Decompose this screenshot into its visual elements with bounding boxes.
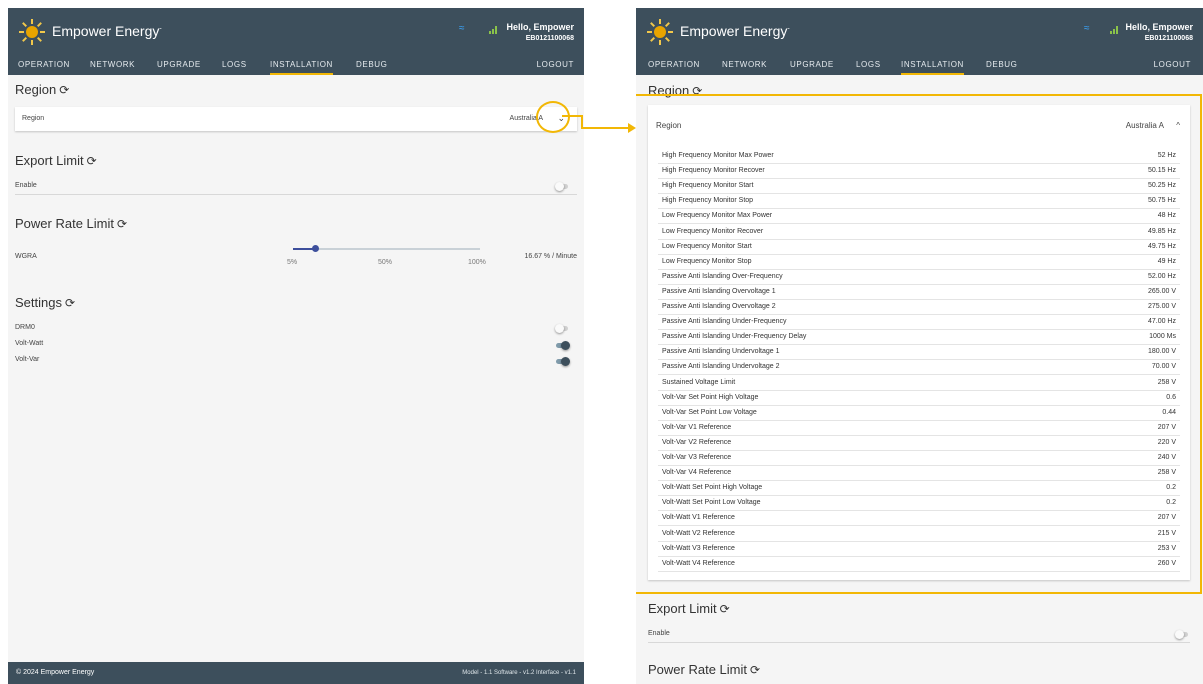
wifi-icon: ≈	[459, 23, 465, 34]
nav-bar: OPERATION NETWORK UPGRADE LOGS INSTALLAT…	[636, 60, 1203, 75]
signal-icon	[489, 26, 499, 34]
wgra-value: 16.67 % / Minute	[524, 253, 577, 260]
right-screenshot: Empower Energy- ≈ Hello, Empower EB01211…	[636, 8, 1203, 684]
tab-operation[interactable]: OPERATION	[648, 60, 700, 69]
logout-link[interactable]: LOGOUT	[1154, 60, 1191, 69]
brand-name: Empower Energy-	[52, 23, 162, 39]
greeting: Hello, Empower	[506, 22, 574, 32]
user-info: Hello, Empower EB0121100068	[1125, 21, 1193, 45]
tab-upgrade[interactable]: UPGRADE	[790, 60, 834, 69]
serial-number: EB0121100068	[525, 35, 574, 42]
setting-label: Volt-Var	[15, 356, 40, 363]
export-limit-title: Export Limit ⟳	[15, 153, 97, 168]
tab-logs[interactable]: LOGS	[856, 60, 881, 69]
brand-name: Empower Energy-	[680, 23, 790, 39]
tick-5: 5%	[287, 259, 298, 266]
greeting: Hello, Empower	[1125, 22, 1193, 32]
export-enable-label: Enable	[648, 630, 670, 637]
app-footer: © 2024 Empower Energy Model - 1.1 Softwa…	[8, 662, 584, 684]
refresh-icon[interactable]: ⟳	[65, 296, 75, 310]
tab-debug[interactable]: DEBUG	[986, 60, 1017, 69]
region-label: Region	[22, 115, 45, 122]
logout-link[interactable]: LOGOUT	[537, 60, 574, 69]
tab-debug[interactable]: DEBUG	[356, 60, 387, 69]
tab-network[interactable]: NETWORK	[90, 60, 135, 69]
copyright: © 2024 Empower Energy	[16, 669, 95, 676]
wifi-icon: ≈	[1084, 23, 1090, 34]
app-header: Empower Energy- ≈ Hello, Empower EB01211…	[636, 8, 1203, 75]
tab-network[interactable]: NETWORK	[722, 60, 767, 69]
region-select[interactable]: Region Australia A ⌄	[15, 107, 577, 131]
tick-100: 100%	[468, 259, 486, 266]
tab-installation[interactable]: INSTALLATION	[901, 60, 964, 75]
refresh-icon[interactable]: ⟳	[59, 83, 69, 97]
power-rate-title: Power Rate Limit ⟳	[15, 216, 128, 231]
wgra-slider-thumb[interactable]	[312, 245, 320, 252]
export-enable-label: Enable	[15, 182, 37, 189]
volt-watt-toggle[interactable]	[556, 341, 570, 350]
refresh-icon[interactable]: ⟳	[87, 154, 97, 168]
tab-operation[interactable]: OPERATION	[18, 60, 70, 69]
nav-bar: OPERATION NETWORK UPGRADE LOGS INSTALLAT…	[8, 60, 584, 75]
tab-logs[interactable]: LOGS	[222, 60, 247, 69]
divider	[15, 194, 577, 195]
tab-installation[interactable]: INSTALLATION	[270, 60, 333, 75]
setting-label: Volt-Watt	[15, 340, 44, 347]
wgra-label: WGRA	[15, 253, 37, 260]
volt-var-toggle[interactable]	[556, 357, 570, 366]
serial-number: EB0121100068	[1144, 35, 1193, 42]
highlight-box	[636, 94, 1202, 594]
sun-logo-icon	[19, 19, 45, 45]
version-info: Model - 1.1 Software - v1.2 Interface - …	[462, 670, 576, 676]
setting-label: DRM0	[15, 324, 35, 331]
tab-upgrade[interactable]: UPGRADE	[157, 60, 201, 69]
left-screenshot: Empower Energy- ≈ Hello, Empower EB01211…	[8, 8, 584, 684]
sun-logo-icon	[647, 19, 673, 45]
divider	[648, 642, 1190, 643]
refresh-icon[interactable]: ⟳	[750, 663, 760, 677]
export-enable-toggle[interactable]	[1175, 630, 1188, 639]
export-enable-toggle[interactable]	[555, 182, 568, 191]
signal-icon	[1110, 26, 1120, 34]
callout-arrow	[562, 115, 636, 133]
region-title: Region ⟳	[15, 82, 70, 97]
refresh-icon[interactable]: ⟳	[117, 217, 127, 231]
power-rate-title: Power Rate Limit ⟳	[648, 662, 761, 677]
settings-title: Settings ⟳	[15, 295, 76, 310]
app-header: Empower Energy- ≈ Hello, Empower EB01211…	[8, 8, 584, 75]
user-info: Hello, Empower EB0121100068	[506, 21, 574, 45]
drm0-toggle[interactable]	[555, 324, 568, 333]
tick-50: 50%	[378, 259, 393, 266]
refresh-icon[interactable]: ⟳	[720, 602, 730, 616]
export-limit-title: Export Limit ⟳	[648, 601, 730, 616]
wgra-slider-track[interactable]	[293, 245, 480, 252]
